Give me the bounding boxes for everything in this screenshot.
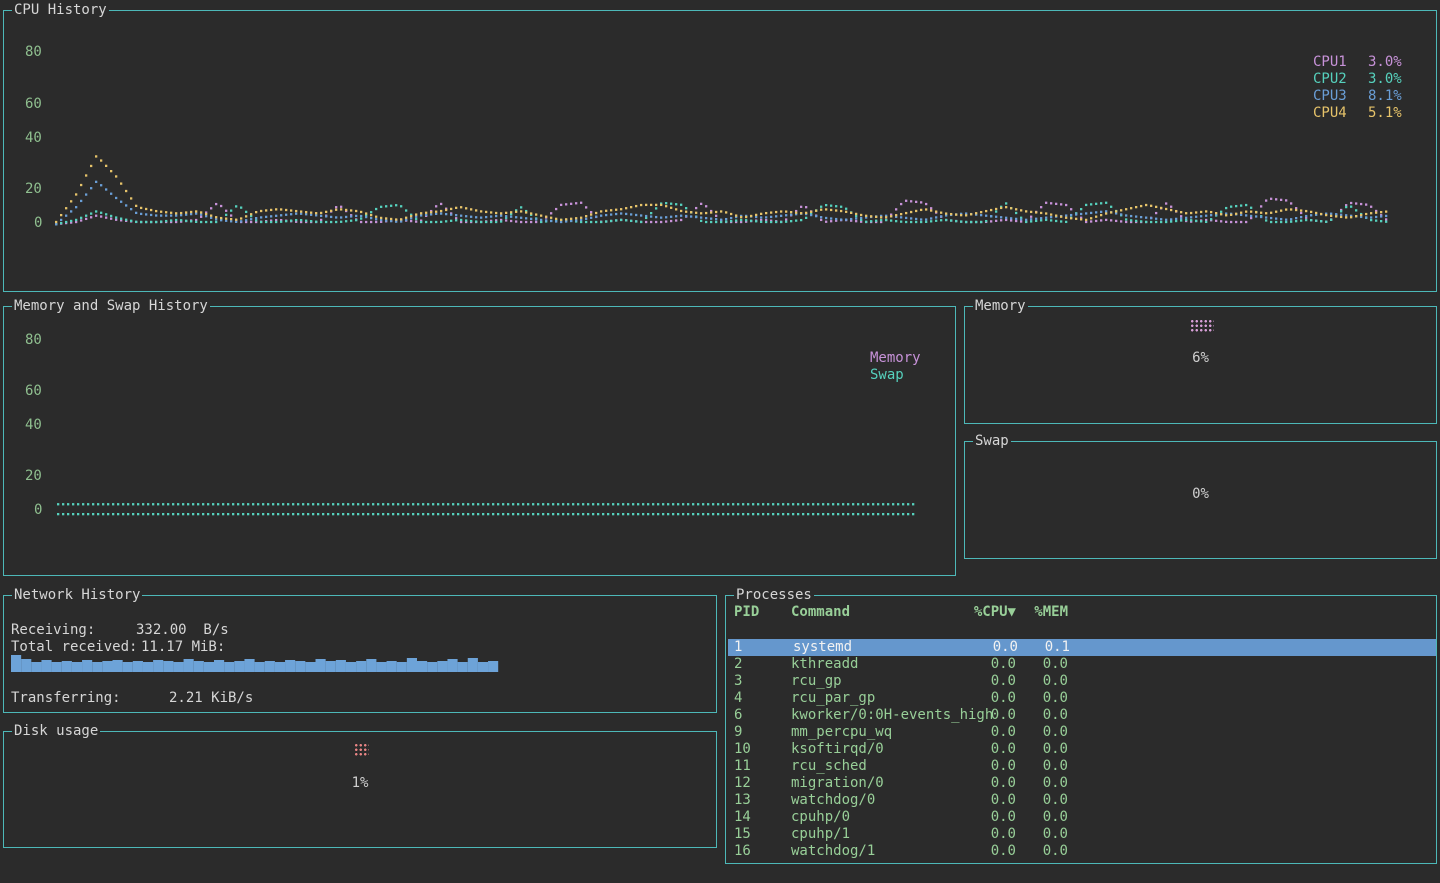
- process-command: watchdog/0: [791, 792, 875, 809]
- process-command: rcu_gp: [791, 673, 842, 690]
- processes-title: Processes: [734, 587, 814, 603]
- process-row[interactable]: 6kworker/0:0H-events_high0.00.0: [726, 707, 1436, 724]
- memory-gauge-title: Memory: [973, 298, 1028, 314]
- disk-gauge-dots: [354, 743, 369, 756]
- panel-network-history: Network History Receiving: 332.00 B/s To…: [3, 595, 717, 713]
- process-command: migration/0: [791, 775, 884, 792]
- memory-swap-legend-item: Memory: [870, 350, 921, 366]
- column-header-pid: PID: [734, 604, 759, 621]
- process-cpu: 0.0: [956, 758, 1016, 775]
- process-pid: 12: [734, 775, 751, 792]
- process-mem: 0.0: [1016, 690, 1068, 707]
- process-mem: 0.0: [1016, 792, 1068, 809]
- process-row[interactable]: 15 cpuhp/1 0.00.0: [726, 826, 1436, 843]
- panel-memory-gauge: Memory 6%: [964, 306, 1437, 424]
- cpu-history-chart: [4, 11, 1436, 291]
- cpu-legend-item: CPU38.1%: [1313, 88, 1402, 104]
- memory-swap-legend-item: Swap: [870, 367, 904, 383]
- process-pid: 3: [734, 673, 742, 690]
- panel-cpu-history: CPU History 806040200 CPU13.0%CPU23.0%CP…: [3, 10, 1437, 292]
- process-cpu: 0.0: [956, 826, 1016, 843]
- process-pid: 15: [734, 826, 751, 843]
- network-transferring-label: Transferring:: [11, 690, 121, 706]
- cpu-legend-item: CPU23.0%: [1313, 71, 1402, 87]
- system-monitor-terminal: CPU History 806040200 CPU13.0%CPU23.0%CP…: [0, 0, 1440, 883]
- process-pid: 10: [734, 741, 751, 758]
- process-pid: 6: [734, 707, 742, 724]
- process-row[interactable]: 4 rcu_par_gp 0.00.0: [726, 690, 1436, 707]
- process-row[interactable]: 13 watchdog/0 0.00.0: [726, 792, 1436, 809]
- process-row[interactable]: 12 migration/0 0.00.0: [726, 775, 1436, 792]
- swap-percent: 0%: [965, 486, 1436, 502]
- process-pid: 13: [734, 792, 751, 809]
- process-mem: 0.1: [1018, 639, 1070, 656]
- column-header-mem: %MEM: [1016, 604, 1068, 621]
- process-mem: 0.0: [1016, 741, 1068, 758]
- cpu-legend-item: CPU13.0%: [1313, 54, 1402, 70]
- process-command: cpuhp/1: [791, 826, 850, 843]
- memory-percent: 6%: [965, 350, 1436, 366]
- cpu-legend-item: CPU45.1%: [1313, 105, 1402, 121]
- process-row[interactable]: 11 rcu_sched 0.00.0: [726, 758, 1436, 775]
- process-pid: 14: [734, 809, 751, 826]
- process-mem: 0.0: [1016, 673, 1068, 690]
- process-mem: 0.0: [1016, 809, 1068, 826]
- process-mem: 0.0: [1016, 775, 1068, 792]
- process-cpu: 0.0: [956, 724, 1016, 741]
- process-command: systemd: [793, 639, 852, 656]
- process-mem: 0.0: [1016, 843, 1068, 860]
- process-row[interactable]: 14 cpuhp/0 0.00.0: [726, 809, 1436, 826]
- process-command: watchdog/1: [791, 843, 875, 860]
- memory-gauge-dots: [1190, 319, 1214, 332]
- process-row[interactable]: 3 rcu_gp 0.00.0: [726, 673, 1436, 690]
- panel-disk-usage: Disk usage 1%: [3, 731, 717, 848]
- process-pid: 4: [734, 690, 742, 707]
- process-cpu: 0.0: [956, 792, 1016, 809]
- swap-gauge-title: Swap: [973, 433, 1011, 449]
- process-command: ksoftirqd/0: [791, 741, 884, 758]
- process-table-header: PID Command %CPU▼%MEM: [726, 604, 1436, 621]
- process-command: rcu_sched: [791, 758, 867, 775]
- process-mem: 0.0: [1016, 707, 1068, 724]
- process-cpu: 0.0: [956, 673, 1016, 690]
- process-cpu: 0.0: [956, 690, 1016, 707]
- process-cpu: 0.0: [956, 741, 1016, 758]
- disk-percent: 1%: [4, 775, 716, 791]
- process-command: cpuhp/0: [791, 809, 850, 826]
- disk-usage-title: Disk usage: [12, 723, 100, 739]
- column-header-command: Command: [791, 604, 850, 621]
- process-command: mm_percpu_wq: [791, 724, 892, 741]
- panel-swap-gauge: Swap 0%: [964, 441, 1437, 559]
- process-pid: 9: [734, 724, 742, 741]
- process-pid: 16: [734, 843, 751, 860]
- process-command: rcu_par_gp: [791, 690, 875, 707]
- process-cpu: 0.0: [958, 639, 1018, 656]
- column-header-cpu: %CPU▼: [956, 604, 1016, 621]
- process-cpu: 0.0: [956, 656, 1016, 673]
- process-mem: 0.0: [1016, 826, 1068, 843]
- process-pid: 2: [734, 656, 742, 673]
- process-row[interactable]: 10 ksoftirqd/0 0.00.0: [726, 741, 1436, 758]
- process-row-selected[interactable]: 1 systemd 0.00.1: [728, 639, 1436, 656]
- process-cpu: 0.0: [956, 843, 1016, 860]
- panel-memory-swap-history: Memory and Swap History 806040200 Memory…: [3, 306, 956, 576]
- process-pid: 11: [734, 758, 751, 775]
- panel-processes: Processes PIDCommand%CPU▼%MEM1systemd0.0…: [725, 595, 1437, 864]
- process-cpu: 0.0: [956, 775, 1016, 792]
- process-row[interactable]: 16 watchdog/1 0.00.0: [726, 843, 1436, 860]
- process-mem: 0.0: [1016, 656, 1068, 673]
- process-row[interactable]: 2 kthreadd 0.00.0: [726, 656, 1436, 673]
- process-row[interactable]: 9 mm_percpu_wq 0.00.0: [726, 724, 1436, 741]
- process-cpu: 0.0: [956, 809, 1016, 826]
- process-mem: 0.0: [1016, 758, 1068, 775]
- process-mem: 0.0: [1016, 724, 1068, 741]
- memory-swap-history-chart: [4, 307, 955, 575]
- process-command: kthreadd: [791, 656, 858, 673]
- network-transferring-value: 2.21 KiB/s: [169, 690, 253, 706]
- process-pid: 1: [734, 639, 742, 656]
- process-cpu: 0.0: [956, 707, 1016, 724]
